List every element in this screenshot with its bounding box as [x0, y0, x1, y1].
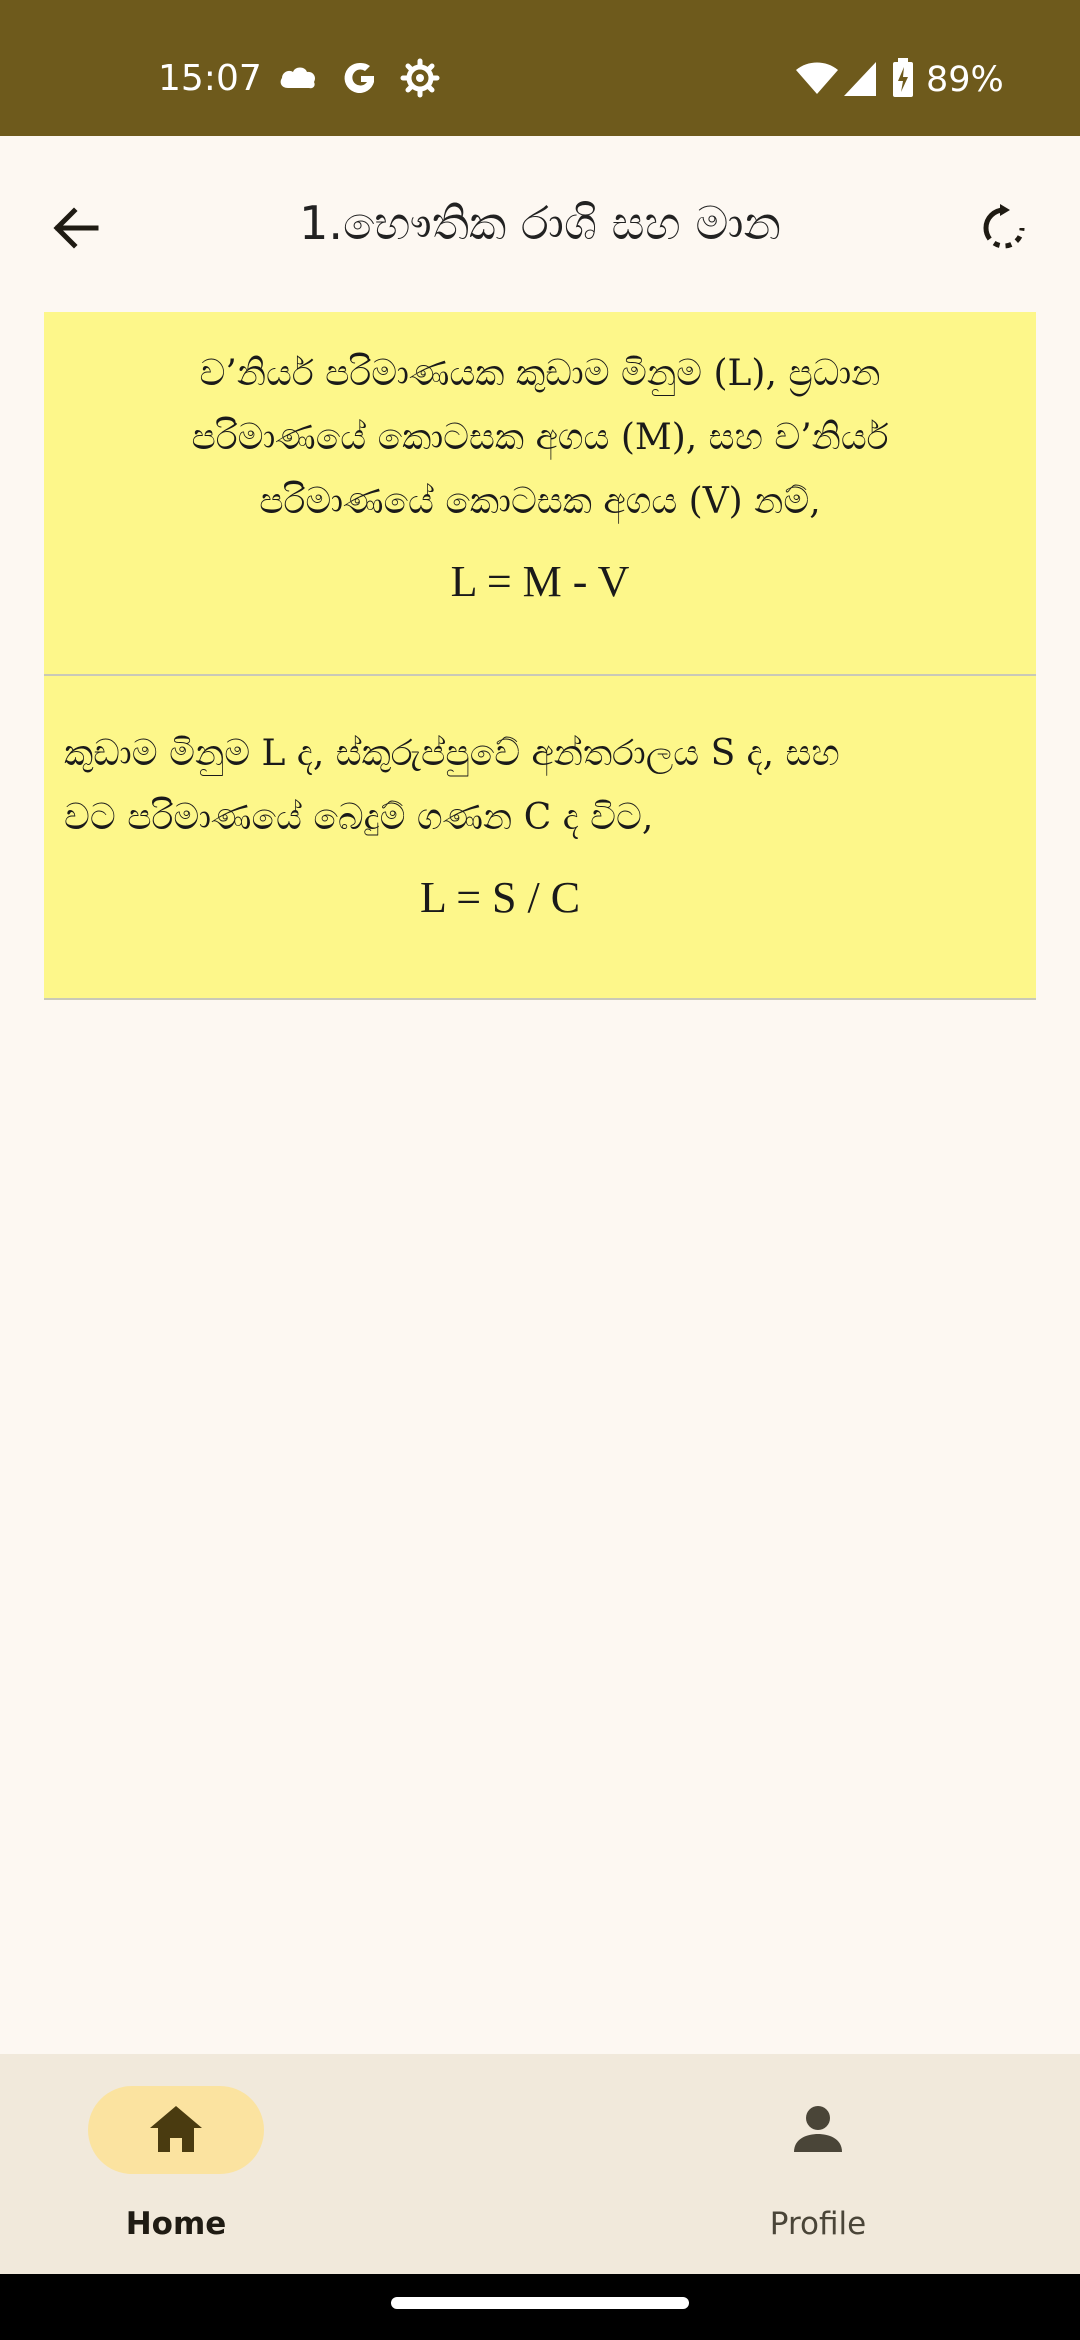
battery-percent: 89%: [926, 60, 1004, 100]
google-icon: [344, 62, 374, 93]
card-description: ව’නියර් පරිමාණයක කුඩාම මිනුම (L), ප්‍රධා…: [84, 342, 996, 534]
refresh-button[interactable]: [964, 188, 1044, 268]
card-description: කුඩාම මිනුම L ද, ස්කුරුප්පුවේ අන්තරාලය S…: [64, 722, 1016, 850]
card-text-line: පරිමාණයේ කොටසක අගය (M), සහ ව’නියර්: [191, 417, 889, 458]
status-bar: 15:07 89%: [0, 0, 1080, 136]
cloud-icon: [280, 67, 316, 89]
back-button[interactable]: [36, 188, 116, 268]
person-icon: [794, 2106, 842, 2152]
formula-card: කුඩාම මිනුම L ද, ස්කුරුප්පුවේ අන්තරාලය S…: [44, 676, 1036, 1000]
nav-label-profile: Profile: [769, 2206, 867, 2242]
gesture-bar: [0, 2274, 1080, 2340]
refresh-icon: [983, 204, 1025, 249]
nav-item-profile[interactable]: Profile: [540, 2054, 1080, 2274]
app-screen: 15:07 89% 1.භෞතික රාශි සහ මාන ව’නියර් පර…: [0, 0, 1080, 2340]
formula: L = S / C: [420, 873, 581, 922]
battery-charging-icon: [893, 58, 913, 97]
status-time: 15:07: [158, 58, 262, 99]
arrow-back-icon: [53, 207, 99, 249]
card-text-line: ව’නියර් පරිමාණයක කුඩාම මිනුම (L), ප්‍රධා…: [199, 353, 881, 394]
card-text-line: පරිමාණයේ කොටසක අගය (V) නම්,: [259, 481, 821, 522]
nav-label-home: Home: [125, 2206, 227, 2242]
home-gesture-handle[interactable]: [391, 2297, 689, 2309]
content-list: ව’නියර් පරිමාණයක කුඩාම මිනුම (L), ප්‍රධා…: [44, 312, 1036, 1000]
formula-card: ව’නියර් පරිමාණයක කුඩාම මිනුම (L), ප්‍රධා…: [44, 312, 1036, 676]
home-icon: [150, 2106, 202, 2152]
page-title: 1.භෞතික රාශි සහ මාන: [299, 196, 781, 250]
nav-item-home[interactable]: Home: [0, 2054, 540, 2274]
settings-gear-icon: [400, 58, 440, 98]
card-text-line: වට පරිමාණයේ බෙදුම් ගණන C ද විට,: [64, 797, 654, 838]
top-app-bar: 1.භෞතික රාශි සහ මාන: [0, 136, 1080, 311]
cell-signal-icon: [844, 62, 876, 96]
bottom-navigation: Home Profile: [0, 2054, 1080, 2274]
card-text-line: කුඩාම මිනුම L ද, ස්කුරුප්පුවේ අන්තරාලය S…: [64, 733, 840, 774]
wifi-icon: [796, 62, 838, 94]
formula: L = M - V: [450, 557, 630, 606]
